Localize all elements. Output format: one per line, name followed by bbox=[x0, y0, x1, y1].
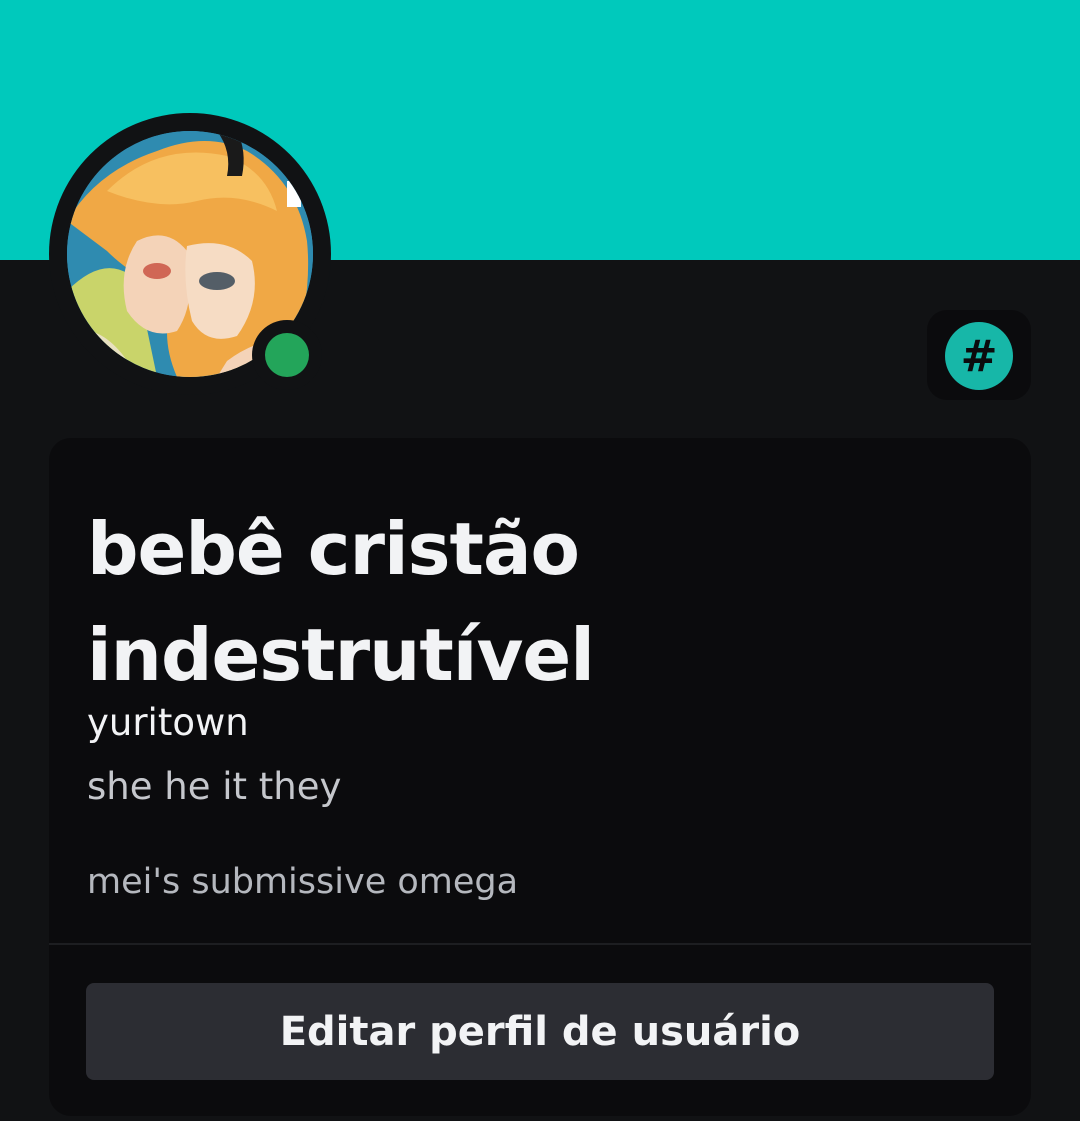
pronouns: she he it they bbox=[87, 765, 342, 808]
display-name: bebê cristão indestrutível bbox=[87, 507, 595, 697]
username[interactable]: yuritown bbox=[87, 701, 249, 744]
divider bbox=[49, 943, 1031, 945]
edit-profile-button[interactable]: Editar perfil de usuário bbox=[86, 983, 994, 1080]
bio: mei's submissive omega bbox=[87, 862, 519, 902]
online-status-icon bbox=[265, 333, 309, 377]
profile-card: bebê cristão indestrutível yuritown she … bbox=[49, 438, 1031, 1116]
badge-symbol: # bbox=[960, 330, 998, 382]
status-indicator-frame bbox=[252, 320, 322, 390]
hashtag-badge-icon[interactable]: # bbox=[945, 322, 1013, 390]
profile-page: # bebê cristão indestrutível yuritown sh… bbox=[0, 0, 1080, 1121]
badge-container[interactable]: # bbox=[927, 310, 1031, 400]
